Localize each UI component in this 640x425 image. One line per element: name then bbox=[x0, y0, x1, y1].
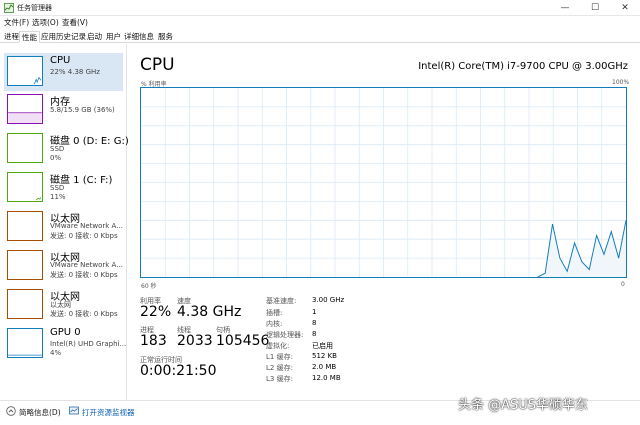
tab-performance[interactable]: 性能 bbox=[19, 31, 40, 43]
close-button[interactable]: ✕ bbox=[610, 0, 640, 16]
info-key: 插槽: bbox=[266, 309, 283, 317]
minimize-button[interactable]: — bbox=[550, 0, 580, 16]
speed-value: 4.38 GHz bbox=[177, 304, 242, 320]
utilization-value: 22% bbox=[140, 304, 172, 320]
info-value: 512 KB bbox=[312, 352, 337, 360]
sidebar-item-title: CPU bbox=[50, 55, 71, 66]
sidebar-item-ethernet-2[interactable]: 以太网 VMware Network A... 发送: 0 接收: 0 Kbps bbox=[4, 247, 123, 285]
sidebar-item-detail-2: 发送: 0 接收: 0 Kbps bbox=[50, 310, 118, 318]
cpu-thumbnail-graph bbox=[7, 56, 43, 86]
info-value: 3.00 GHz bbox=[312, 296, 345, 304]
tab-users[interactable]: 用户 bbox=[104, 31, 123, 43]
uptime-value: 0:00:21:50 bbox=[140, 363, 217, 379]
resource-sidebar: CPU 22% 4.38 GHz 内存 5.8/15.9 GB (36%) 磁盘… bbox=[0, 44, 129, 400]
task-manager-icon bbox=[4, 3, 14, 13]
info-value: 8 bbox=[312, 330, 317, 338]
info-value: 1 bbox=[312, 308, 317, 316]
sidebar-item-ethernet-3[interactable]: 以太网 以太网 发送: 0 接收: 0 Kbps bbox=[4, 286, 123, 324]
graph-x-left-label: 60 秒 bbox=[141, 283, 157, 290]
info-key: 虚拟化: bbox=[266, 342, 290, 350]
sidebar-item-detail: 22% 4.38 GHz bbox=[50, 68, 100, 76]
window-title: 任务管理器 bbox=[17, 4, 52, 12]
menu-bar: 文件(F) 选项(O) 查看(V) bbox=[0, 16, 640, 29]
watermark-text: 头条 @ASUS华硕华东 bbox=[458, 398, 589, 413]
sidebar-item-detail-2: 发送: 0 接收: 0 Kbps bbox=[50, 232, 118, 240]
tab-services[interactable]: 服务 bbox=[156, 31, 175, 43]
ethernet-thumbnail-graph bbox=[7, 250, 43, 280]
sidebar-item-detail-2: 4% bbox=[50, 349, 62, 357]
menu-options[interactable]: 选项(O) bbox=[32, 17, 59, 28]
sidebar-item-detail-2: 11% bbox=[50, 193, 66, 201]
sidebar-item-cpu[interactable]: CPU 22% 4.38 GHz bbox=[4, 53, 123, 91]
info-value: 8 bbox=[312, 319, 317, 327]
open-resource-monitor-link[interactable]: 打开资源监视器 bbox=[82, 407, 135, 418]
menu-view[interactable]: 查看(V) bbox=[62, 17, 88, 28]
brief-info-button[interactable]: 简略信息(D) bbox=[19, 407, 61, 418]
tab-bar: 进程 性能 应用历史记录 启动 用户 详细信息 服务 bbox=[0, 30, 640, 43]
graph-x-right-label: 0 bbox=[621, 281, 625, 288]
ethernet-thumbnail-graph bbox=[7, 289, 43, 319]
maximize-button[interactable]: ☐ bbox=[580, 0, 610, 16]
sidebar-item-detail: 5.8/15.9 GB (36%) bbox=[50, 106, 115, 114]
sidebar-item-detail: VMware Network A... bbox=[50, 261, 123, 269]
sidebar-item-detail: SSD bbox=[50, 145, 65, 153]
cpu-model-name: Intel(R) Core(TM) i7-9700 CPU @ 3.00GHz bbox=[418, 61, 628, 72]
menu-file[interactable]: 文件(F) bbox=[4, 17, 29, 28]
sidebar-item-ethernet-1[interactable]: 以太网 VMware Network A... 发送: 0 接收: 0 Kbps bbox=[4, 208, 123, 246]
sidebar-item-disk-1[interactable]: 磁盘 1 (C: F:) SSD 11% bbox=[4, 169, 123, 207]
utilization-area bbox=[537, 220, 626, 277]
tab-app-history[interactable]: 应用历史记录 bbox=[39, 31, 88, 43]
resource-monitor-icon bbox=[69, 406, 79, 415]
info-value: 2.0 MB bbox=[312, 363, 337, 371]
info-key: L3 缓存: bbox=[266, 375, 293, 383]
info-key: L2 缓存: bbox=[266, 364, 293, 372]
page-title: CPU bbox=[140, 55, 175, 75]
info-key: 逻辑处理器: bbox=[266, 331, 304, 339]
disk-0-thumbnail-graph bbox=[7, 133, 43, 163]
info-value: 已启用 bbox=[312, 342, 333, 350]
sidebar-item-detail: VMware Network A... bbox=[50, 222, 123, 230]
info-value: 12.0 MB bbox=[312, 374, 341, 382]
sidebar-item-title: GPU 0 bbox=[50, 327, 81, 338]
tab-startup[interactable]: 启动 bbox=[85, 31, 104, 43]
threads-value: 2033 bbox=[177, 333, 213, 349]
info-key: L1 缓存: bbox=[266, 353, 293, 361]
sidebar-item-gpu-0[interactable]: GPU 0 Intel(R) UHD Graphi... 4% bbox=[4, 325, 127, 363]
ethernet-thumbnail-graph bbox=[7, 211, 43, 241]
sidebar-item-memory[interactable]: 内存 5.8/15.9 GB (36%) bbox=[4, 91, 123, 129]
processes-value: 183 bbox=[140, 333, 167, 349]
graph-y-max-label: 100% bbox=[612, 79, 630, 86]
info-key: 内核: bbox=[266, 320, 283, 328]
info-key: 基准速度: bbox=[266, 297, 297, 305]
sidebar-item-disk-0[interactable]: 磁盘 0 (D: E: G:) SSD 0% bbox=[4, 130, 129, 168]
cpu-utilization-graph bbox=[140, 87, 627, 278]
gpu-thumbnail-graph bbox=[7, 328, 43, 358]
tab-details[interactable]: 详细信息 bbox=[122, 31, 156, 43]
sidebar-item-detail: SSD bbox=[50, 184, 65, 192]
sidebar-item-detail: Intel(R) UHD Graphi... bbox=[50, 340, 127, 348]
memory-thumbnail-graph bbox=[7, 94, 43, 124]
title-bar: 任务管理器 — ☐ ✕ bbox=[0, 0, 640, 16]
sidebar-item-detail-2: 发送: 0 接收: 0 Kbps bbox=[50, 271, 118, 279]
disk-1-thumbnail-graph bbox=[7, 172, 43, 202]
chevron-up-icon[interactable] bbox=[6, 406, 16, 416]
sidebar-item-detail-2: 0% bbox=[50, 154, 62, 162]
handles-value: 105456 bbox=[216, 333, 270, 349]
